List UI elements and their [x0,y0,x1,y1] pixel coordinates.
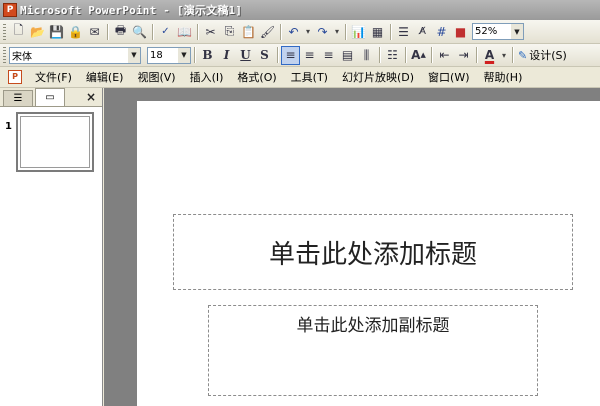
toolbar-separator [476,47,477,63]
toolbar-separator [280,23,281,40]
chevron-down-icon[interactable]: ▼ [511,24,523,39]
toolbar-separator [512,47,513,63]
slide-thumbnail[interactable] [16,112,94,172]
zoom-select[interactable]: 52% ▼ [472,23,524,40]
menu-insert[interactable]: 插入(I) [183,69,231,85]
toolbar-separator [390,23,391,40]
font-color-dropdown-icon[interactable]: ▾ [499,46,509,65]
menu-window[interactable]: 窗口(W) [421,69,476,85]
slides-icon: ▭ [45,92,55,103]
toolbar-separator [431,47,432,63]
toolbar-grip[interactable] [3,47,6,63]
research-icon[interactable]: 📖 [175,22,194,41]
slide-pane: ☰ ▭ × 1 [0,88,103,406]
shadow-button[interactable]: S [255,46,274,65]
expand-all-icon[interactable]: ☰ [394,22,413,41]
paste-icon[interactable]: 📋 [239,22,258,41]
menu-file[interactable]: 文件(F) [28,69,79,85]
close-icon[interactable]: × [86,90,96,104]
menu-view[interactable]: 视图(V) [130,69,182,85]
font-size-select[interactable]: 18 ▼ [147,46,191,64]
italic-button[interactable]: I [217,46,236,65]
formatting-toolbar: 宋体 ▼ 18 ▼ B I U S ≡ ≡ ≡ ▤ ⫼ ☷ A ▲ ⇤ ⇥ A ▾… [0,44,600,67]
print-preview-icon[interactable]: 🔍 [130,22,149,41]
zoom-value: 52% [475,26,498,37]
toolbar-separator [194,47,195,63]
color-grayscale-icon[interactable]: ■ [451,22,470,41]
spelling-icon[interactable]: ✓ [156,22,175,41]
design-icon: ✎ [518,48,528,62]
chevron-down-icon[interactable]: ▼ [128,47,140,63]
font-color-icon[interactable]: A [480,46,499,65]
slide-number: 1 [5,121,12,132]
design-label: 设计(S) [529,49,567,62]
toolbar-separator [197,23,198,40]
align-left-icon[interactable]: ≡ [281,45,300,65]
grid-icon[interactable]: # [432,22,451,41]
subtitle-placeholder[interactable]: 单击此处添加副标题 [208,305,538,396]
menu-slideshow[interactable]: 幻灯片放映(D) [335,69,421,85]
decrease-indent-icon[interactable]: ⇤ [435,46,454,65]
toolbar-separator [405,47,406,63]
insert-chart-icon[interactable]: 📊 [349,22,368,41]
copy-icon[interactable]: ⎘ [220,22,239,41]
tab-slides[interactable]: ▭ [35,88,65,106]
font-value: 宋体 [12,51,32,63]
new-icon[interactable]: 🗋 [9,22,28,41]
document-icon[interactable]: P [8,70,22,84]
column-icon[interactable]: ⫼ [357,46,376,65]
slide-thumbnail-preview [20,116,90,168]
insert-table-icon[interactable]: ▦ [368,22,387,41]
title-placeholder[interactable]: 单击此处添加标题 [173,214,573,290]
cut-icon[interactable]: ✂ [201,22,220,41]
underline-button[interactable]: U [236,46,255,65]
font-color-label: A [484,48,495,62]
toolbar-grip[interactable] [3,23,6,40]
font-size-value: 18 [150,49,163,61]
title-bar: P Microsoft PowerPoint - [演示文稿1] [0,0,600,20]
bold-button[interactable]: B [198,46,217,65]
format-painter-icon[interactable]: 🖌 [258,22,277,41]
toolbar-separator [107,23,108,40]
toolbar-separator [152,23,153,40]
print-icon[interactable]: 🖶 [111,22,130,41]
toolbar-separator [379,47,380,63]
toolbar-separator [345,23,346,40]
align-center-icon[interactable]: ≡ [300,46,319,65]
menu-edit[interactable]: 编辑(E) [79,69,131,85]
menu-tools[interactable]: 工具(T) [284,69,335,85]
design-button[interactable]: ✎ 设计(S) [516,47,569,63]
outline-icon: ☰ [13,93,23,104]
tab-outline[interactable]: ☰ [3,90,33,106]
chevron-down-icon[interactable]: ▼ [178,47,190,63]
increase-indent-icon[interactable]: ⇥ [454,46,473,65]
menu-format[interactable]: 格式(O) [230,69,283,85]
align-right-icon[interactable]: ≡ [319,46,338,65]
bullets-icon[interactable]: ☷ [383,46,402,65]
standard-toolbar: 🗋 📂 💾 🔒 ✉ 🖶 🔍 ✓ 📖 ✂ ⎘ 📋 🖌 ↶ ▾ ↷ ▾ 📊 ▦ ☰ … [0,20,600,44]
distributed-icon[interactable]: ▤ [338,46,357,65]
slide-workspace: 单击此处添加标题 单击此处添加副标题 [104,88,600,406]
open-icon[interactable]: 📂 [28,22,47,41]
permission-icon[interactable]: 🔒 [66,22,85,41]
powerpoint-icon[interactable]: P [3,3,17,17]
undo-dropdown-icon[interactable]: ▾ [303,22,313,41]
increase-font-icon[interactable]: A ▲ [409,46,428,65]
slide-canvas[interactable]: 单击此处添加标题 单击此处添加副标题 [137,101,600,406]
redo-icon[interactable]: ↷ [313,22,332,41]
menu-bar: P 文件(F) 编辑(E) 视图(V) 插入(I) 格式(O) 工具(T) 幻灯… [0,67,600,88]
pane-tabs: ☰ ▭ × [0,88,102,107]
save-icon[interactable]: 💾 [47,22,66,41]
window-title: Microsoft PowerPoint - [演示文稿1] [20,4,243,17]
toolbar-separator [277,47,278,63]
email-icon[interactable]: ✉ [85,22,104,41]
undo-icon[interactable]: ↶ [284,22,303,41]
menu-help[interactable]: 帮助(H) [477,69,530,85]
redo-dropdown-icon[interactable]: ▾ [332,22,342,41]
font-select[interactable]: 宋体 ▼ [9,46,141,64]
show-formatting-icon[interactable]: A̸ [413,22,432,41]
